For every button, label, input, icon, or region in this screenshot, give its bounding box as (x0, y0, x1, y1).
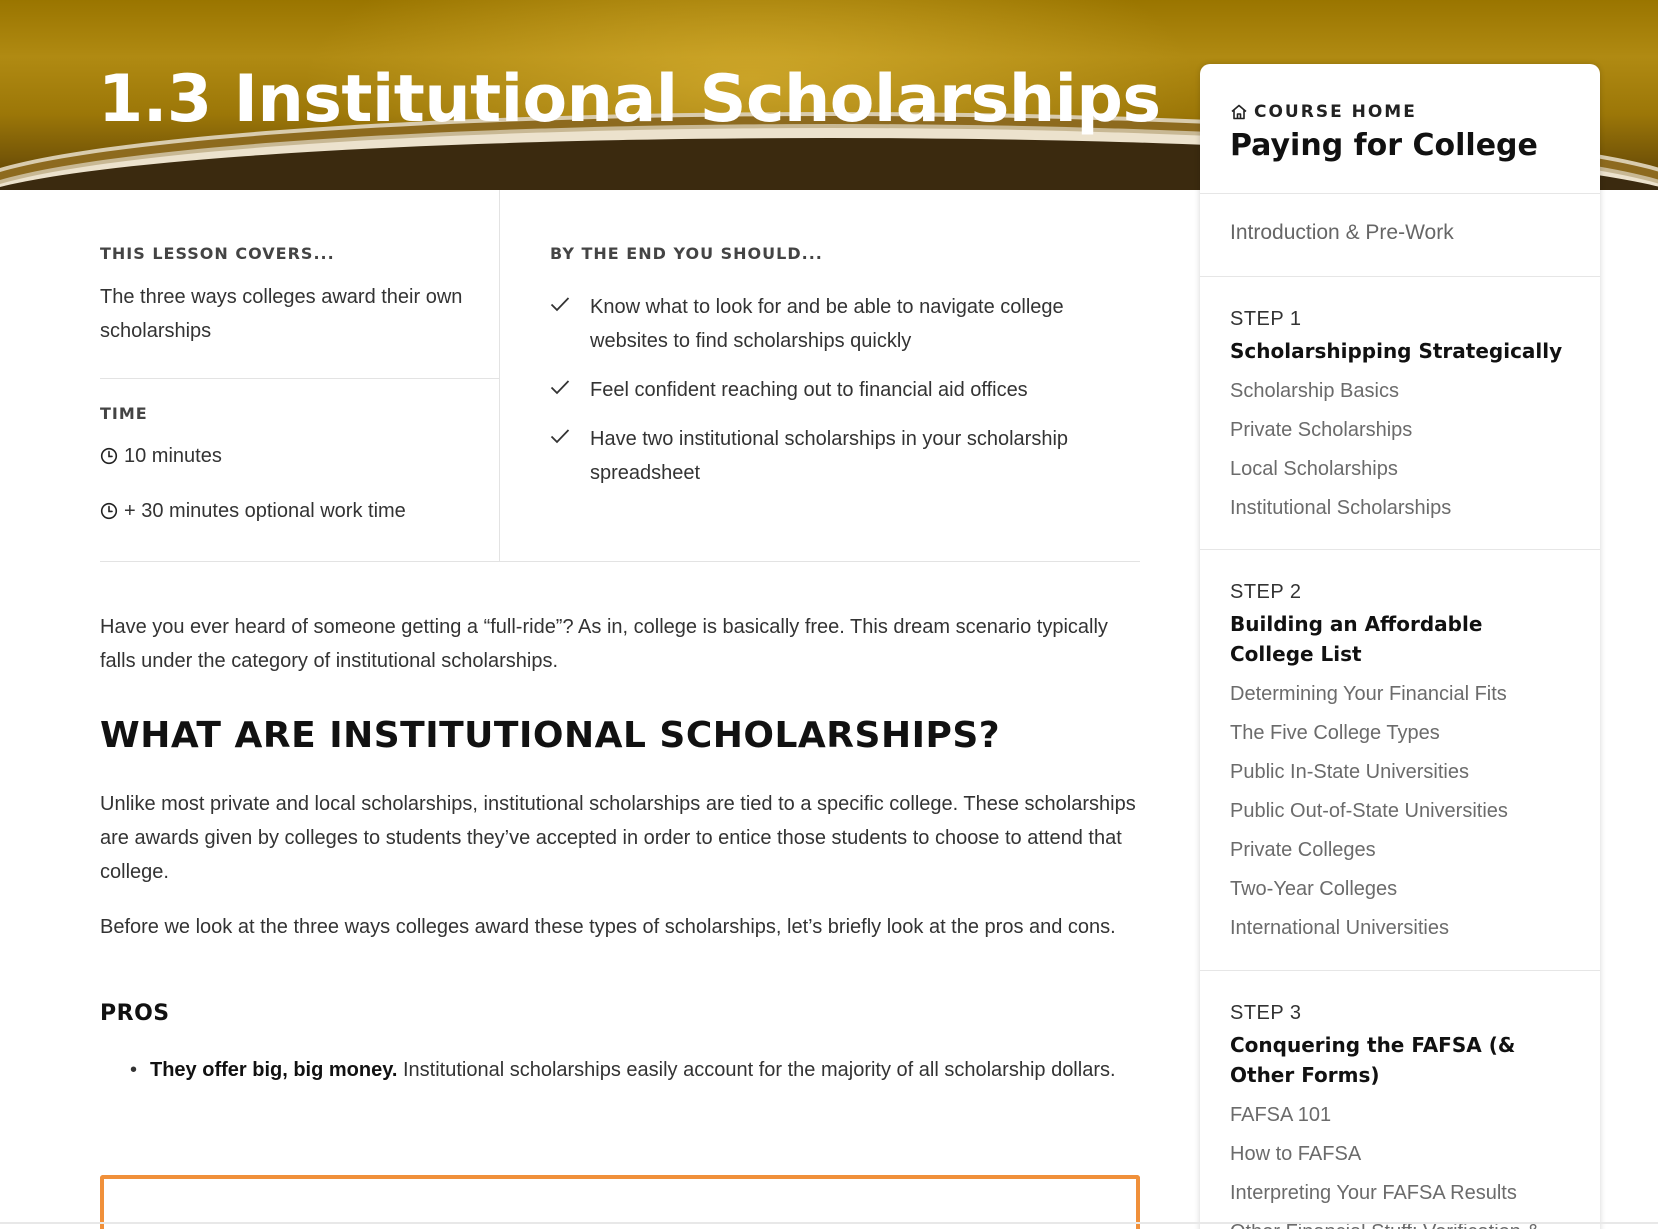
sidebar-item-private-scholarships[interactable]: Private Scholarships (1230, 411, 1451, 450)
sidebar-item-two-year-colleges[interactable]: Two-Year Colleges (1230, 870, 1508, 909)
goal-item: Know what to look for and be able to nav… (550, 290, 1110, 358)
check-icon (550, 422, 590, 490)
goal-text: Know what to look for and be able to nav… (590, 296, 1064, 352)
divider (100, 378, 500, 379)
pro-text: They offer big, big money. Institutional… (150, 1053, 1116, 1087)
goal-text: Have two institutional scholarships in y… (590, 428, 1069, 484)
lesson-covers-text: The three ways colleges award their own … (100, 286, 463, 342)
course-title[interactable]: Paying for College (1230, 128, 1538, 163)
goal-item: Feel confident reaching out to financial… (550, 373, 1110, 407)
lesson-summary-left: THIS LESSON COVERS... The three ways col… (100, 190, 500, 562)
sidebar-item-private-colleges[interactable]: Private Colleges (1230, 831, 1508, 870)
course-home-link[interactable]: COURSE HOME (1230, 102, 1417, 122)
clock-icon (100, 502, 118, 520)
sidebar-item-how-to-fafsa[interactable]: How to FAFSA (1230, 1135, 1540, 1174)
clock-icon (100, 447, 118, 465)
check-icon (550, 373, 590, 407)
step-links: Scholarship Basics Private Scholarships … (1230, 372, 1451, 528)
section-heading: WHAT ARE INSTITUTIONAL SCHOLARSHIPS? (100, 715, 1001, 756)
sidebar-intro: Introduction & Pre-Work (1200, 195, 1600, 277)
step-title[interactable]: Scholarshipping Strategically (1230, 336, 1570, 366)
home-icon (1231, 104, 1247, 120)
sidebar-item-local-scholarships[interactable]: Local Scholarships (1230, 450, 1451, 489)
sidebar-item-public-out-of-state[interactable]: Public Out-of-State Universities (1230, 792, 1508, 831)
sidebar-item-intro[interactable]: Introduction & Pre-Work (1230, 221, 1454, 245)
time-item: + 30 minutes optional work time (100, 494, 406, 528)
step-title[interactable]: Conquering the FAFSA (& Other Forms) (1230, 1030, 1570, 1090)
list-item: • They offer big, big money. Institution… (130, 1053, 1140, 1087)
sidebar-item-financial-fits[interactable]: Determining Your Financial Fits (1230, 675, 1508, 714)
sidebar-item-five-college-types[interactable]: The Five College Types (1230, 714, 1508, 753)
goal-text: Feel confident reaching out to financial… (590, 379, 1028, 401)
pro-detail: Institutional scholarships easily accoun… (397, 1059, 1116, 1081)
sidebar-step-3: STEP 3 Conquering the FAFSA (& Other For… (1200, 972, 1600, 1229)
paragraph: Unlike most private and local scholarshi… (100, 793, 1136, 883)
sidebar-item-fafsa-results[interactable]: Interpreting Your FAFSA Results (1230, 1174, 1540, 1213)
goal-item: Have two institutional scholarships in y… (550, 422, 1110, 490)
step-links: FAFSA 101 How to FAFSA Interpreting Your… (1230, 1096, 1540, 1229)
divider (0, 1222, 1658, 1224)
callout-box (100, 1175, 1140, 1229)
sidebar-item-public-in-state[interactable]: Public In-State Universities (1230, 753, 1508, 792)
paragraph: Before we look at the three ways college… (100, 916, 1116, 938)
sidebar-item-fafsa-101[interactable]: FAFSA 101 (1230, 1096, 1540, 1135)
time-heading: TIME (100, 404, 148, 423)
course-sidebar: COURSE HOME Paying for College Introduct… (1200, 64, 1600, 1229)
step-label: STEP 1 (1230, 308, 1302, 330)
time-item-text: + 30 minutes optional work time (124, 500, 406, 522)
time-item: 10 minutes (100, 439, 222, 473)
check-icon (550, 290, 590, 358)
lesson-summary: THIS LESSON COVERS... The three ways col… (100, 190, 1140, 562)
sidebar-step-1: STEP 1 Scholarshipping Strategically Sch… (1200, 278, 1600, 550)
lesson-covers-heading: THIS LESSON COVERS... (100, 244, 335, 263)
sidebar-item-scholarship-basics[interactable]: Scholarship Basics (1230, 372, 1451, 411)
intro-paragraph: Have you ever heard of someone getting a… (100, 616, 1108, 672)
course-home-label: COURSE HOME (1254, 102, 1417, 122)
sidebar-header: COURSE HOME Paying for College (1200, 64, 1600, 194)
step-label: STEP 3 (1230, 1002, 1302, 1024)
lesson-goals: BY THE END YOU SHOULD... Know what to lo… (550, 190, 1140, 562)
step-title[interactable]: Building an Affordable College List (1230, 609, 1570, 669)
bullet-icon: • (130, 1059, 138, 1081)
step-label: STEP 2 (1230, 581, 1302, 603)
pros-heading: PROS (100, 1001, 170, 1026)
sidebar-item-other-financial-stuff[interactable]: Other Financial Stuff: Verification & (1230, 1213, 1540, 1229)
sidebar-item-institutional-scholarships[interactable]: Institutional Scholarships (1230, 489, 1451, 528)
article-intro: Have you ever heard of someone getting a… (100, 610, 1140, 678)
time-item-text: 10 minutes (124, 445, 222, 467)
sidebar-step-2: STEP 2 Building an Affordable College Li… (1200, 551, 1600, 971)
page-title: 1.3 Institutional Scholarships (98, 62, 1161, 137)
step-links: Determining Your Financial Fits The Five… (1230, 675, 1508, 948)
goals-heading: BY THE END YOU SHOULD... (550, 244, 823, 263)
sidebar-item-international-universities[interactable]: International Universities (1230, 909, 1508, 948)
pro-bold: They offer big, big money. (150, 1059, 398, 1081)
